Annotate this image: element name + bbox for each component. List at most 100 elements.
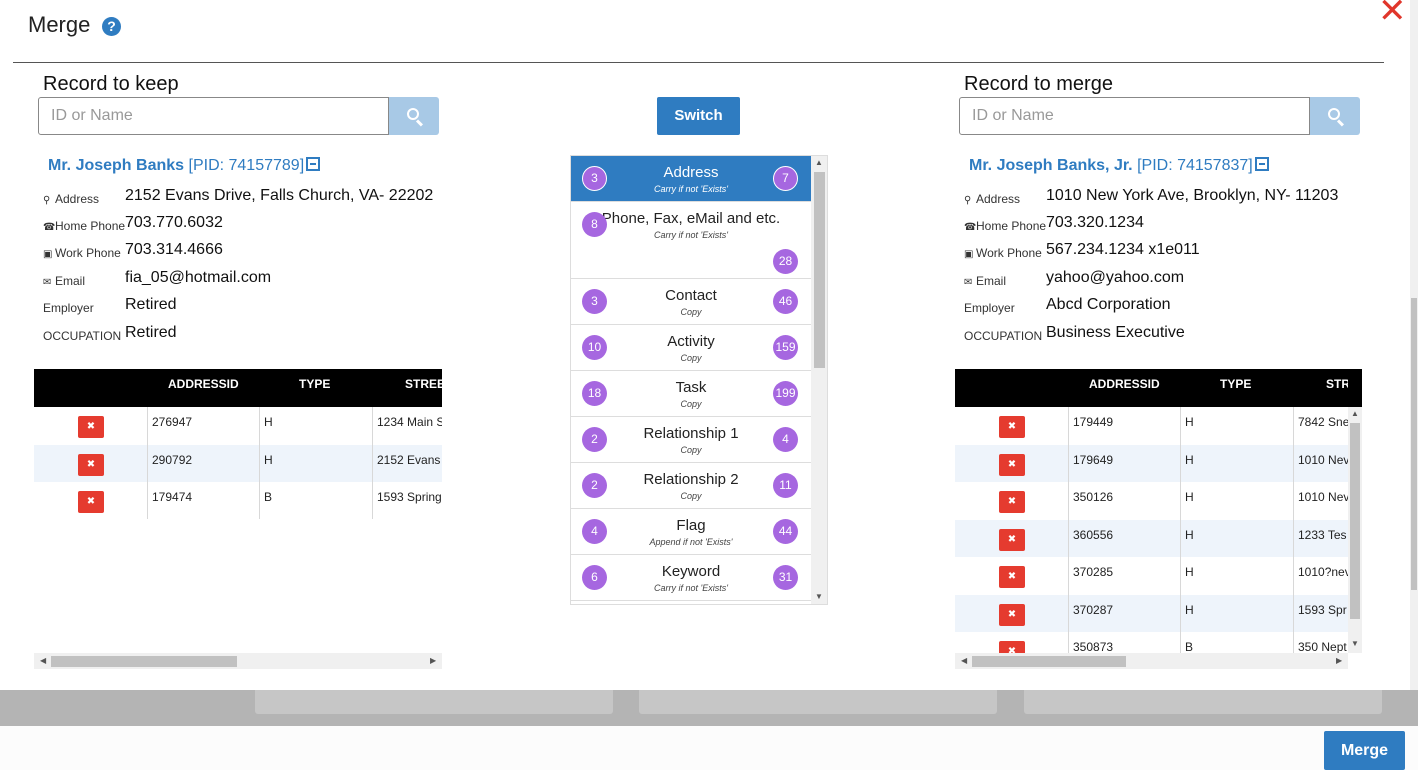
- merge-name: Mr. Joseph Banks, Jr.: [969, 157, 1133, 174]
- delete-row-button[interactable]: ✖: [999, 566, 1025, 588]
- category-name: Phone, Fax, eMail and etc.: [601, 210, 781, 227]
- merge-section-title: Record to merge: [964, 73, 1113, 95]
- collapse-icon[interactable]: [1254, 157, 1269, 171]
- merge-category-item[interactable]: Relationship 2 Copy 2 11: [571, 463, 811, 509]
- merge-category-item[interactable]: Relationship 1 Copy 2 4: [571, 417, 811, 463]
- merge-search-input[interactable]: [959, 97, 1310, 135]
- keep-search-input[interactable]: [38, 97, 389, 135]
- delete-row-button[interactable]: ✖: [999, 491, 1025, 513]
- table-cell-type: H: [1185, 452, 1194, 467]
- field-label: ☎Home Phone: [43, 219, 125, 233]
- table-cell-street: 1593 Spring: [377, 490, 442, 504]
- field-label-text: Employer: [43, 301, 94, 315]
- merge-category-item[interactable]: Activity Copy 10 159: [571, 325, 811, 371]
- table-cell-type: B: [264, 490, 273, 504]
- field-label: Employer: [964, 301, 1015, 315]
- keep-search-button[interactable]: [389, 97, 439, 135]
- column-header: TYPE: [299, 377, 331, 391]
- table-row: ✖ 370285 H 1010?nev: [955, 557, 1348, 595]
- field-value: 2152 Evans Drive, Falls Church, VA- 2220…: [125, 187, 434, 204]
- keep-count-badge: 3: [582, 166, 607, 191]
- field-value: Retired: [125, 296, 177, 313]
- delete-row-button[interactable]: ✖: [78, 416, 104, 438]
- merge-count-badge: 46: [773, 289, 798, 314]
- category-rule: Copy: [680, 445, 702, 455]
- table-cell-id: 179649: [1073, 452, 1114, 467]
- field-label-text: Email: [976, 274, 1007, 288]
- category-name: Flag: [676, 517, 706, 534]
- field-label-text: Home Phone: [55, 219, 126, 233]
- field-label-text: Email: [55, 274, 86, 288]
- phone-icon: ☎: [964, 222, 977, 233]
- category-name: Activity: [667, 333, 715, 350]
- table-row: ✖ 179649 H 1010 Nev: [955, 444, 1348, 482]
- keep-count-badge: 18: [582, 381, 607, 406]
- title-divider: [13, 62, 1384, 63]
- work-phone-icon: ▣: [964, 249, 974, 260]
- search-icon: [407, 108, 419, 120]
- field-label-text: Work Phone: [976, 246, 1042, 260]
- delete-row-button[interactable]: ✖: [999, 416, 1025, 438]
- field-label: OCCUPATION: [964, 329, 1042, 343]
- close-icon[interactable]: ✕: [1378, 0, 1407, 28]
- help-icon[interactable]: ?: [102, 17, 121, 36]
- merge-table-vscroll[interactable]: ▲ ▼: [1348, 407, 1362, 653]
- merge-category-item[interactable]: Task Copy 18 199: [571, 371, 811, 417]
- merge-button[interactable]: Merge: [1324, 731, 1405, 770]
- category-rule: Copy: [680, 399, 702, 409]
- merge-count-badge: 31: [773, 565, 798, 590]
- merge-category-item[interactable]: Flag Append if not 'Exists' 4 44: [571, 509, 811, 555]
- table-row: ✖ 360556 H 1233 Tes: [955, 519, 1348, 557]
- table-cell-type: B: [1185, 640, 1194, 653]
- table-cell-id: 360556: [1073, 527, 1114, 542]
- table-cell-street: 1233 Tes: [1298, 527, 1347, 542]
- delete-row-button[interactable]: ✖: [999, 453, 1025, 476]
- delete-row-button[interactable]: ✖: [78, 453, 104, 476]
- search-icon: [1328, 108, 1340, 120]
- keep-record-name[interactable]: Mr. Joseph Banks [PID: 74157789]: [48, 157, 321, 175]
- table-row: ✖ 276947 H 1234 Main S: [34, 407, 442, 445]
- merge-category-item[interactable]: Contact Copy 3 46: [571, 279, 811, 325]
- field-label: ☎Home Phone: [964, 219, 1046, 233]
- field-label: OCCUPATION: [43, 329, 121, 343]
- merge-category-item[interactable]: Keyword Carry if not 'Exists' 6 31: [571, 555, 811, 601]
- keep-section-title: Record to keep: [43, 73, 179, 95]
- keep-address-table: ADDRESSID TYPE STREE ✖ 276947 H 1234 Main S…: [34, 369, 442, 519]
- merge-search-button[interactable]: [1310, 97, 1360, 135]
- table-cell-id: 370285: [1073, 565, 1114, 579]
- table-cell-id: 370287: [1073, 602, 1114, 617]
- table-cell-type: H: [1185, 415, 1194, 429]
- keep-count-badge: 3: [582, 289, 607, 314]
- table-header: ADDRESSID TYPE STREE: [34, 369, 442, 407]
- field-label-text: Work Phone: [55, 246, 121, 260]
- category-rule: Copy: [680, 307, 702, 317]
- table-row: ✖ 179474 B 1593 Spring: [34, 482, 442, 519]
- column-header: STREE: [1326, 377, 1348, 391]
- table-cell-street: 1010 Nev: [1298, 452, 1348, 467]
- field-label: ✉ Email: [964, 274, 1006, 288]
- collapse-icon[interactable]: [306, 157, 321, 171]
- delete-row-button[interactable]: ✖: [999, 641, 1025, 653]
- merge-table-hscroll[interactable]: ◀ ▶: [955, 653, 1348, 669]
- keep-table-hscroll[interactable]: ◀ ▶: [34, 653, 442, 669]
- field-label: ⚲ Address: [964, 192, 1020, 206]
- field-value: Retired: [125, 324, 177, 341]
- column-header: STREE: [405, 377, 442, 391]
- category-list-scrollbar[interactable]: ▲ ▼: [811, 156, 827, 604]
- column-header: TYPE: [1220, 377, 1252, 391]
- field-value: yahoo@yahoo.com: [1046, 269, 1185, 286]
- delete-row-button[interactable]: ✖: [999, 528, 1025, 551]
- background-overlay: [0, 690, 1418, 726]
- category-name: Keyword: [661, 563, 721, 580]
- merge-category-item[interactable]: Address Carry if not 'Exists' 3 7: [571, 156, 811, 202]
- delete-row-button[interactable]: ✖: [78, 491, 104, 513]
- delete-row-button[interactable]: ✖: [999, 603, 1025, 626]
- table-row: ✖ 290792 H 2152 Evans I: [34, 444, 442, 482]
- merge-category-item[interactable]: Phone, Fax, eMail and etc. Carry if not '…: [571, 202, 811, 279]
- category-rule: Copy: [680, 491, 702, 501]
- category-name: Relationship 1: [643, 425, 739, 442]
- page-scrollbar[interactable]: [1410, 0, 1418, 690]
- switch-button[interactable]: Switch: [657, 97, 740, 135]
- merge-record-name[interactable]: Mr. Joseph Banks, Jr. [PID: 74157837]: [969, 157, 1269, 175]
- table-cell-street: 1010?nev: [1298, 565, 1348, 579]
